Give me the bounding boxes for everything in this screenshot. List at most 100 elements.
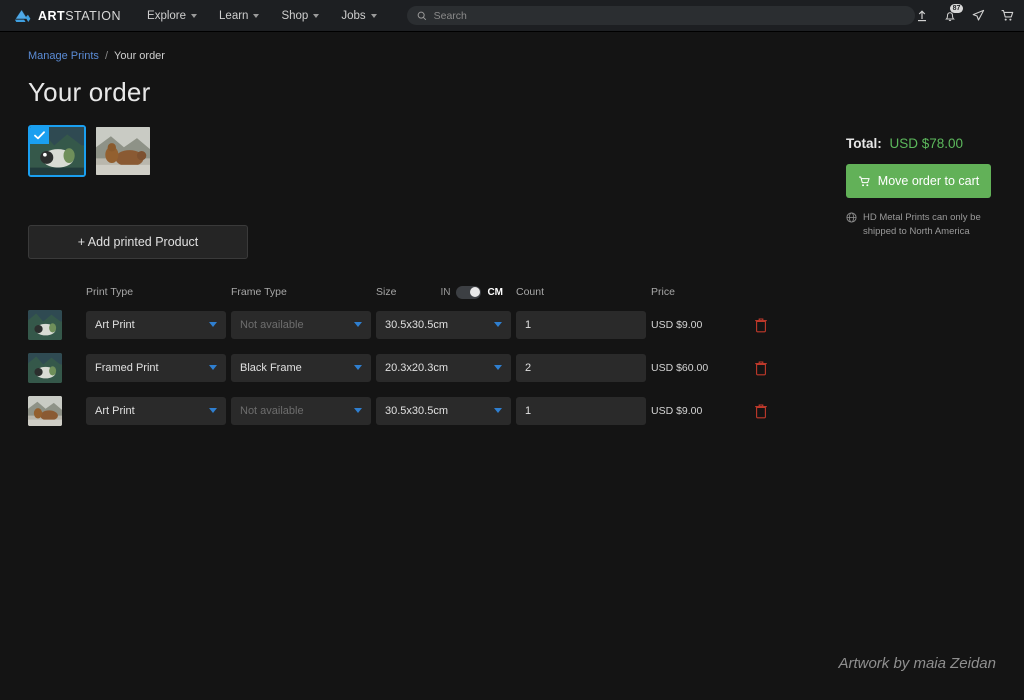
add-printed-product-label: + Add printed Product [77, 235, 199, 249]
bell-icon[interactable]: 87 [943, 3, 964, 23]
row-thumbnail-panda [28, 309, 62, 340]
order-page: Manage Prints / Your order Your order To… [0, 32, 1024, 700]
move-order-to-cart-label: Move order to cart [877, 174, 980, 188]
main-nav: Explore Learn Shop Jobs [147, 10, 377, 22]
order-total: Total: USD $78.00 [846, 136, 996, 151]
artwork-thumbnail-panda[interactable] [28, 125, 86, 177]
frame-type-value: Not available [240, 318, 304, 331]
delete-row-button[interactable] [750, 313, 772, 337]
column-header-count: Count [516, 286, 545, 298]
chevron-down-icon [354, 408, 362, 413]
size-value: 30.5x30.5cm [385, 404, 448, 417]
print-type-value: Framed Print [95, 361, 159, 374]
chevron-down-icon [494, 322, 502, 327]
frame-type-value: Not available [240, 404, 304, 417]
search-icon [417, 11, 426, 20]
breadcrumb-manage-prints[interactable]: Manage Prints [28, 50, 99, 62]
top-navigation-bar: ARTSTATION Explore Learn Shop Jobs Searc… [0, 0, 1024, 32]
print-type-select[interactable]: Framed Print [86, 353, 226, 382]
size-value: 20.3x20.3cm [385, 361, 448, 374]
artwork-thumbnail-bears[interactable] [94, 125, 152, 177]
order-items-table: Print Type Frame Type Size IN CM Count P… [28, 281, 788, 432]
artstation-logo[interactable]: ARTSTATION [14, 9, 121, 23]
delete-row-button[interactable] [750, 356, 772, 380]
row-thumbnail-bears [28, 395, 62, 426]
cart-icon[interactable] [1000, 8, 1015, 23]
column-header-frame-type: Frame Type [231, 286, 287, 298]
row-thumbnail-panda [28, 352, 62, 383]
header-actions: 87 [915, 3, 1024, 25]
globe-icon [846, 212, 857, 223]
column-header-size-group: Size IN CM [376, 285, 511, 299]
size-select[interactable]: 30.5x30.5cm [376, 310, 511, 339]
count-input[interactable] [516, 396, 646, 425]
order-total-label: Total: [846, 136, 882, 151]
nav-item-jobs[interactable]: Jobs [341, 9, 377, 22]
nav-item-explore[interactable]: Explore [147, 9, 198, 22]
nav-item-learn[interactable]: Learn [219, 9, 260, 22]
breadcrumb-current: Your order [114, 50, 165, 62]
size-value: 30.5x30.5cm [385, 318, 448, 331]
frame-type-select[interactable]: Black Frame [231, 353, 371, 382]
delete-row-button[interactable] [750, 399, 772, 423]
artstation-logo-icon [14, 9, 31, 22]
chevron-down-icon [370, 13, 377, 18]
nav-item-shop-label: Shop [281, 9, 309, 22]
order-total-value: USD $78.00 [889, 136, 964, 151]
row-price: USD $9.00 [651, 404, 703, 417]
chevron-down-icon [209, 408, 217, 413]
unit-toggle-knob [469, 287, 480, 297]
print-type-value: Art Print [95, 318, 135, 331]
row-price: USD $60.00 [651, 361, 709, 374]
notification-badge: 87 [949, 3, 964, 13]
unit-toggle-in-label: IN [440, 286, 451, 298]
unit-toggle-switch[interactable] [456, 285, 482, 299]
frame-type-value: Black Frame [240, 361, 302, 374]
print-type-value: Art Print [95, 404, 135, 417]
table-header-row: Print Type Frame Type Size IN CM Count P… [28, 281, 788, 303]
messages-icon[interactable] [971, 8, 986, 23]
table-row: Art Print Not available 30.5x30.5cm US [28, 303, 788, 346]
artwork-credit: Artwork by maia Zeidan [838, 655, 996, 672]
nav-item-shop[interactable]: Shop [281, 9, 320, 22]
table-row: Framed Print Black Frame 20.3x20.3cm U [28, 346, 788, 389]
chevron-down-icon [253, 13, 260, 18]
trash-icon [755, 403, 767, 418]
chevron-down-icon [354, 365, 362, 370]
shipping-note: HD Metal Prints can only be shipped to N… [846, 211, 998, 239]
size-select[interactable]: 30.5x30.5cm [376, 396, 511, 425]
chevron-down-icon [209, 322, 217, 327]
add-printed-product-button[interactable]: + Add printed Product [28, 225, 248, 259]
chevron-down-icon [209, 365, 217, 370]
column-header-size: Size [376, 286, 397, 298]
row-price: USD $9.00 [651, 318, 703, 331]
size-select[interactable]: 20.3x20.3cm [376, 353, 511, 382]
upload-icon[interactable] [915, 9, 929, 23]
cart-icon [858, 176, 870, 186]
unit-toggle[interactable]: IN CM [440, 285, 503, 299]
print-type-select[interactable]: Art Print [86, 396, 226, 425]
chevron-down-icon [191, 13, 198, 18]
nav-item-jobs-label: Jobs [341, 9, 366, 22]
trash-icon [755, 360, 767, 375]
order-summary-panel: Total: USD $78.00 Move order to cart HD … [846, 136, 996, 239]
chevron-down-icon [494, 365, 502, 370]
frame-type-select[interactable]: Not available [231, 396, 371, 425]
move-order-to-cart-button[interactable]: Move order to cart [846, 164, 991, 198]
nav-item-learn-label: Learn [219, 9, 249, 22]
nav-item-explore-label: Explore [147, 9, 187, 22]
table-row: Art Print Not available 30.5x30.5cm US [28, 389, 788, 432]
count-input[interactable] [516, 310, 646, 339]
trash-icon [755, 317, 767, 332]
frame-type-select[interactable]: Not available [231, 310, 371, 339]
unit-toggle-cm-label: CM [487, 286, 503, 298]
count-input[interactable] [516, 353, 646, 382]
print-type-select[interactable]: Art Print [86, 310, 226, 339]
chevron-down-icon [494, 408, 502, 413]
search-input[interactable]: Search [406, 6, 915, 25]
breadcrumb-separator: / [104, 50, 108, 62]
search-placeholder: Search [433, 9, 467, 22]
bears-artwork-image [96, 127, 150, 175]
chevron-down-icon [313, 13, 320, 18]
shipping-note-text: HD Metal Prints can only be shipped to N… [863, 212, 981, 237]
